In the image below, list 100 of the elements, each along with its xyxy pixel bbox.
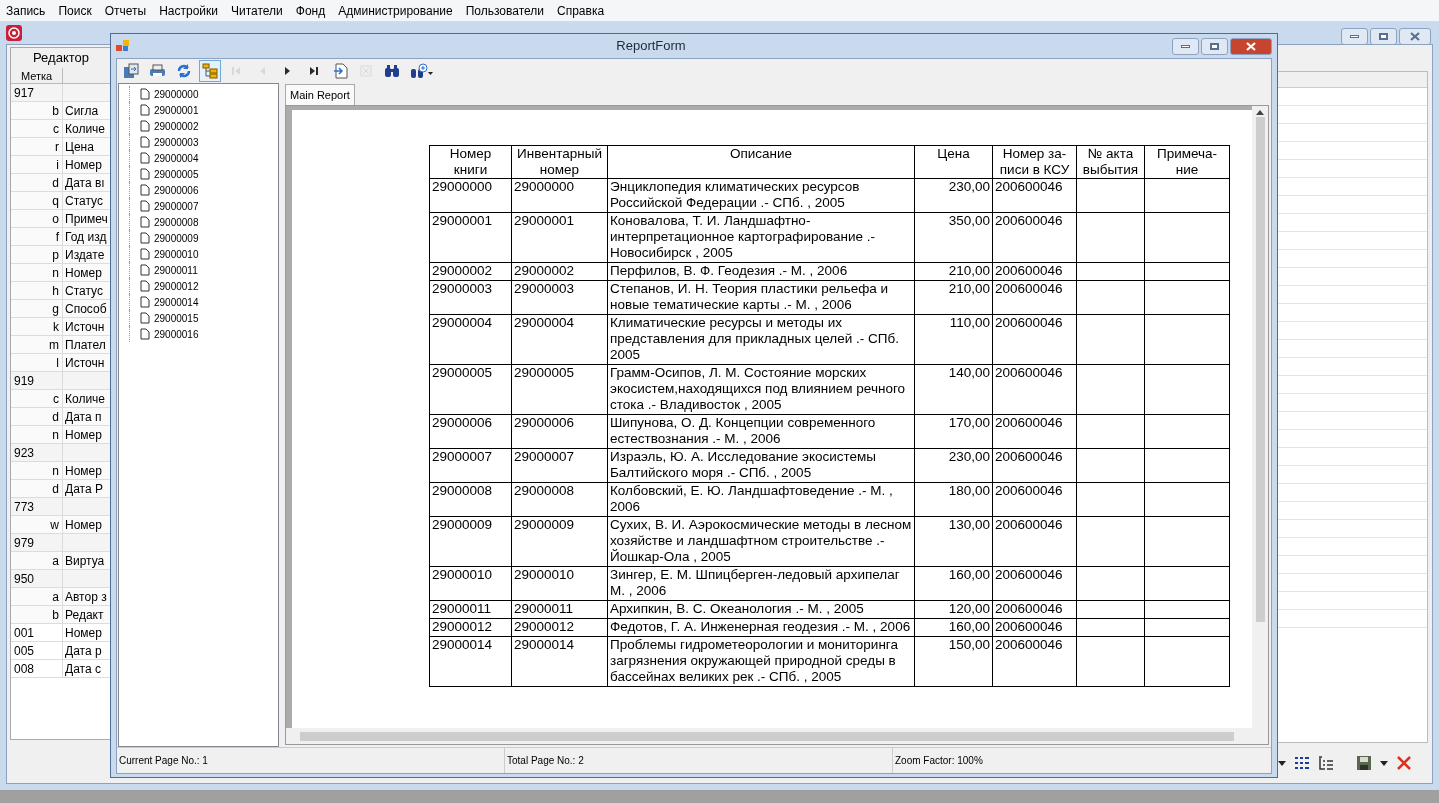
tag-cell: 773	[11, 497, 63, 516]
field-name-cell-text: Дата р	[64, 642, 102, 660]
tag-cell: h	[11, 281, 63, 300]
horizontal-scrollbar[interactable]	[286, 728, 1268, 744]
target-icon	[6, 25, 22, 41]
tree-item[interactable]: 29000011	[129, 262, 198, 278]
document-icon	[140, 280, 150, 292]
tree-view-icon	[202, 63, 218, 79]
tag-cell: 923	[11, 443, 63, 462]
tree-item[interactable]: 29000004	[129, 150, 199, 166]
tag-cell: n	[11, 425, 63, 444]
tree-item[interactable]: 29000008	[129, 214, 199, 230]
table-cell: Климатические ресурсы и методы их представления для прикладных целей .- СПб. 2005	[607, 314, 915, 365]
table-cell: 29000003	[511, 280, 608, 315]
status-text: Total Page No.: 2	[505, 748, 893, 773]
field-name-cell-text: Номер	[64, 516, 102, 534]
dropdown-arrow-icon	[1278, 760, 1286, 766]
menu-item[interactable]: Администрирование	[338, 1, 453, 20]
table-cell: 29000014	[511, 636, 608, 687]
tag-cell: w	[11, 515, 63, 534]
status-text: Zoom Factor: 100%	[894, 754, 984, 768]
document-icon	[140, 120, 150, 132]
last-page-icon	[309, 66, 319, 76]
document-icon	[140, 248, 150, 260]
menu-item[interactable]: Запись	[6, 1, 46, 20]
maximize-button[interactable]	[1201, 37, 1228, 55]
menu-item[interactable]: Отчеты	[104, 1, 147, 20]
tag-cell: 001	[11, 623, 63, 642]
tree-item[interactable]: 29000016	[129, 326, 199, 342]
field-name-cell-text: Дата с	[64, 660, 101, 678]
close-button[interactable]	[1230, 37, 1272, 55]
column-header: Номер книги	[429, 145, 512, 179]
column-header: Цена	[914, 145, 993, 179]
tree-item[interactable]: 29000015	[129, 310, 199, 326]
table-cell: 29000012	[511, 618, 608, 637]
menu-item[interactable]: Настройки	[159, 1, 218, 20]
table-cell: 230,00	[914, 448, 993, 483]
document-icon	[140, 328, 150, 340]
tree-item[interactable]: 29000005	[129, 166, 199, 182]
maximize-button[interactable]	[1370, 27, 1397, 45]
menu-item[interactable]: Справка	[557, 1, 605, 20]
export-icon	[123, 63, 139, 79]
tag-cell: n	[11, 461, 63, 480]
tag-cell: k	[11, 317, 63, 336]
table-cell: 200600046	[992, 600, 1077, 619]
save-icon	[1356, 755, 1372, 771]
tag-cell: a	[11, 551, 63, 570]
document-icon	[140, 216, 150, 228]
table-cell: Энциклопедия климатических ресурсов Российской Федерации .- СПб. , 2005	[607, 178, 915, 213]
delete-icon	[1396, 755, 1412, 771]
tree-item[interactable]: 29000000	[129, 86, 199, 102]
tag-cell: r	[11, 137, 63, 156]
minimize-button[interactable]	[1172, 37, 1199, 55]
table-cell: 29000006	[429, 414, 512, 449]
binoculars-icon	[384, 64, 400, 78]
field-name-cell-text: Дата п	[64, 408, 102, 426]
field-name-cell-text: Плател	[64, 336, 106, 354]
document-icon	[140, 168, 150, 180]
app-icon	[116, 40, 130, 52]
tree-item[interactable]: 29000007	[129, 198, 199, 214]
report-tab[interactable]: Main Report	[285, 84, 355, 105]
tag-cell: g	[11, 299, 63, 318]
table-cell: Перфилов, В. Ф. Геодезия .- М. , 2006	[607, 262, 915, 281]
vertical-scrollbar[interactable]	[1252, 106, 1268, 728]
tree-item[interactable]: 29000010	[129, 246, 199, 262]
menu-item[interactable]: Читатели	[230, 1, 283, 20]
document-icon	[140, 184, 150, 196]
close-button[interactable]	[1399, 27, 1431, 45]
column-header: Номер за-писи в КСУ	[992, 145, 1077, 179]
tree-item[interactable]: 29000012	[129, 278, 199, 294]
tree-item[interactable]: 29000003	[129, 134, 199, 150]
tree-item[interactable]: 29000009	[129, 230, 199, 246]
field-name-cell-text: Номер	[64, 264, 102, 282]
editor-tab[interactable]: Редактор	[11, 48, 111, 68]
tree-item[interactable]: 29000002	[129, 118, 199, 134]
document-icon	[140, 264, 150, 276]
field-name-cell-text: Виртуа	[64, 552, 105, 570]
tree-item[interactable]: 29000014	[129, 294, 199, 310]
table-cell: 230,00	[914, 178, 993, 213]
menu-item[interactable]: Поиск	[58, 1, 92, 20]
minimize-button[interactable]	[1341, 27, 1368, 45]
window-title: ReportForm	[615, 37, 687, 56]
document-icon	[140, 296, 150, 308]
tree-item[interactable]: 29000001	[129, 102, 199, 118]
tag-cell: l	[11, 353, 63, 372]
field-name-cell-text: Номер	[64, 156, 102, 174]
document-icon	[140, 312, 150, 324]
field-name-cell-text: Автор з	[64, 588, 107, 606]
field-name-cell-text: Источн	[64, 318, 105, 336]
table-cell: Шипунова, О. Д. Концепции современного естествознания .- М. , 2006	[607, 414, 915, 449]
field-name-cell-text: Год изд	[64, 228, 107, 246]
tree-item[interactable]: 29000006	[129, 182, 199, 198]
table-cell: 29000003	[429, 280, 512, 315]
tag-cell: 917	[11, 83, 63, 102]
menu-item[interactable]: Пользователи	[465, 1, 544, 20]
table-cell: 29000011	[429, 600, 512, 619]
tag-cell: p	[11, 245, 63, 264]
table-cell: 29000002	[511, 262, 608, 281]
table-cell: 350,00	[914, 212, 993, 263]
menu-item[interactable]: Фонд	[295, 1, 326, 20]
